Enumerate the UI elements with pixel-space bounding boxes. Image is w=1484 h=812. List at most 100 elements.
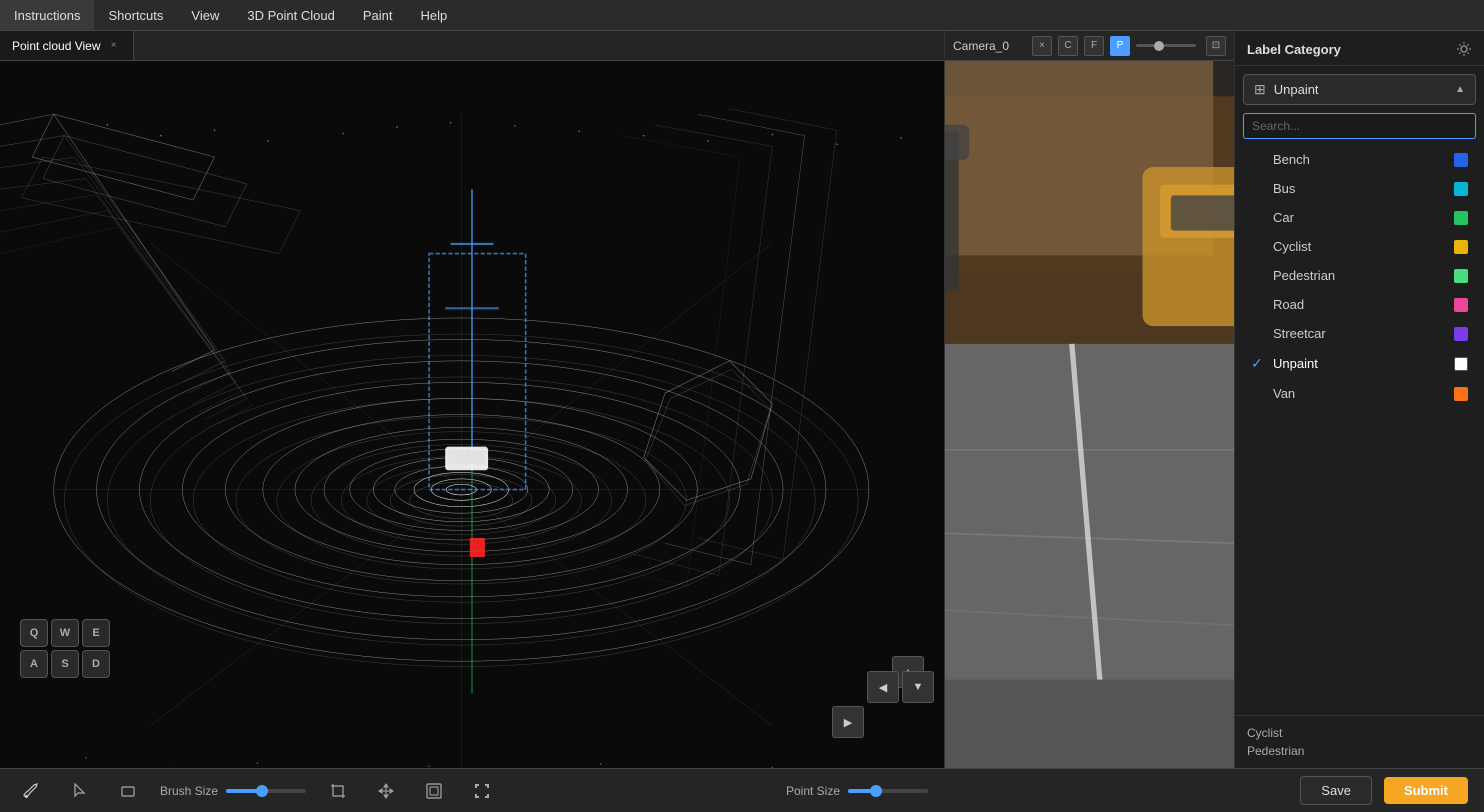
checkmark-icon: ✓ bbox=[1251, 355, 1265, 372]
camera-brightness-slider[interactable] bbox=[1136, 44, 1196, 47]
move-tool-btn[interactable] bbox=[370, 775, 402, 807]
lasso-tool-btn[interactable] bbox=[112, 775, 144, 807]
menu-bar: Instructions Shortcuts View 3D Point Clo… bbox=[0, 0, 1484, 31]
tag-pedestrian: Pedestrian bbox=[1247, 742, 1472, 760]
menu-paint[interactable]: Paint bbox=[349, 0, 407, 30]
label-tags-section: Cyclist Pedestrian bbox=[1235, 715, 1484, 768]
label-color-swatch bbox=[1454, 153, 1468, 167]
brush-size-control: Brush Size bbox=[160, 784, 306, 798]
label-search bbox=[1243, 113, 1476, 139]
label-list: Bench Bus Car Cyclist Pedestrian Road Streetca… bbox=[1235, 145, 1484, 715]
key-row-bottom: A S D bbox=[20, 650, 110, 678]
camera-btn-p[interactable]: P bbox=[1110, 36, 1130, 56]
camera-close-btn[interactable]: × bbox=[1032, 36, 1052, 56]
label-item-unpaint[interactable]: ✓ Unpaint bbox=[1235, 348, 1484, 379]
label-item-bus[interactable]: Bus bbox=[1235, 174, 1484, 203]
menu-shortcuts[interactable]: Shortcuts bbox=[94, 0, 177, 30]
label-color-swatch bbox=[1454, 211, 1468, 225]
point-size-label: Point Size bbox=[786, 784, 840, 798]
right-area: Camera_0 × C F P ⊡ bbox=[944, 31, 1484, 812]
paint-tool-btn[interactable] bbox=[16, 775, 48, 807]
arrow-left-btn[interactable]: ◀ bbox=[867, 671, 899, 703]
arrow-down-btn[interactable]: ▼ bbox=[902, 671, 934, 703]
label-color-swatch bbox=[1454, 240, 1468, 254]
key-q[interactable]: Q bbox=[20, 619, 48, 647]
tab-label: Point cloud View bbox=[12, 39, 101, 53]
label-dropdown[interactable]: ⊞ Unpaint ▲ bbox=[1243, 74, 1476, 105]
settings-icon[interactable] bbox=[1456, 41, 1472, 57]
camera-view-panel: Camera_0 × C F P ⊡ bbox=[944, 31, 1234, 768]
menu-view[interactable]: View bbox=[177, 0, 233, 30]
key-s[interactable]: S bbox=[51, 650, 79, 678]
label-color-swatch bbox=[1454, 357, 1468, 371]
tag-cyclist: Cyclist bbox=[1247, 724, 1472, 742]
menu-3d-point-cloud[interactable]: 3D Point Cloud bbox=[233, 0, 348, 30]
point-size-control: Point Size bbox=[786, 784, 928, 798]
point-size-slider[interactable] bbox=[848, 789, 928, 793]
fullscreen-btn[interactable] bbox=[466, 775, 498, 807]
arrow-right-btn[interactable]: ▶ bbox=[832, 706, 864, 738]
key-e[interactable]: E bbox=[82, 619, 110, 647]
brush-size-slider[interactable] bbox=[226, 789, 306, 793]
label-header: Label Category bbox=[1235, 31, 1484, 66]
label-item-van[interactable]: Van bbox=[1235, 379, 1484, 408]
crop-icon bbox=[329, 782, 347, 800]
point-cloud-svg bbox=[0, 61, 944, 768]
tab-close-btn[interactable]: × bbox=[107, 39, 121, 53]
label-item-car[interactable]: Car bbox=[1235, 203, 1484, 232]
camera-btn-f[interactable]: F bbox=[1084, 36, 1104, 56]
label-name: Car bbox=[1273, 210, 1446, 225]
left-panel: Point cloud View × bbox=[0, 31, 944, 812]
unpaint-icon: ⊞ bbox=[1254, 81, 1266, 98]
label-item-bench[interactable]: Bench bbox=[1235, 145, 1484, 174]
key-d[interactable]: D bbox=[82, 650, 110, 678]
search-input[interactable] bbox=[1243, 113, 1476, 139]
label-name: Bench bbox=[1273, 152, 1446, 167]
label-item-road[interactable]: Road bbox=[1235, 290, 1484, 319]
label-color-swatch bbox=[1454, 182, 1468, 196]
label-item-cyclist[interactable]: Cyclist bbox=[1235, 232, 1484, 261]
nav-arrows: ◀ ▼ ▶ bbox=[832, 671, 934, 738]
viewport-3d[interactable]: Q W E A S D ▲ ◀ ▼ ▶ bbox=[0, 61, 944, 768]
key-row-top: Q W E bbox=[20, 619, 110, 647]
select-tool-btn[interactable] bbox=[64, 775, 96, 807]
main-area: Point cloud View × bbox=[0, 31, 1484, 812]
tab-point-cloud-view[interactable]: Point cloud View × bbox=[0, 31, 134, 60]
fit-tool-btn[interactable] bbox=[418, 775, 450, 807]
fit-icon bbox=[425, 782, 443, 800]
label-name: Pedestrian bbox=[1273, 268, 1446, 283]
label-color-swatch bbox=[1454, 327, 1468, 341]
wasd-keys: Q W E A S D bbox=[20, 619, 110, 678]
camera-header: Camera_0 × C F P ⊡ bbox=[945, 31, 1234, 61]
brush-size-label: Brush Size bbox=[160, 784, 218, 798]
bottom-toolbar: Brush Size bbox=[0, 768, 944, 812]
camera-title: Camera_0 bbox=[953, 39, 1026, 53]
label-item-streetcar[interactable]: Streetcar bbox=[1235, 319, 1484, 348]
label-color-swatch bbox=[1454, 269, 1468, 283]
label-title: Label Category bbox=[1247, 42, 1341, 57]
menu-help[interactable]: Help bbox=[406, 0, 461, 30]
label-name: Bus bbox=[1273, 181, 1446, 196]
arrow-empty-1 bbox=[832, 671, 864, 703]
menu-instructions[interactable]: Instructions bbox=[0, 0, 94, 30]
label-item-pedestrian[interactable]: Pedestrian bbox=[1235, 261, 1484, 290]
move-icon bbox=[377, 782, 395, 800]
label-name: Streetcar bbox=[1273, 326, 1446, 341]
label-color-swatch bbox=[1454, 387, 1468, 401]
camera-expand-btn[interactable]: ⊡ bbox=[1206, 36, 1226, 56]
label-name: Road bbox=[1273, 297, 1446, 312]
key-w[interactable]: W bbox=[51, 619, 79, 647]
key-a[interactable]: A bbox=[20, 650, 48, 678]
label-name: Unpaint bbox=[1273, 356, 1446, 371]
camera-btn-c[interactable]: C bbox=[1058, 36, 1078, 56]
label-category-panel: Label Category ⊞ Unpaint ▲ bbox=[1234, 31, 1484, 768]
chevron-up-icon: ▲ bbox=[1455, 84, 1465, 95]
crop-tool-btn[interactable] bbox=[322, 775, 354, 807]
lasso-icon bbox=[119, 782, 137, 800]
paint-brush-icon bbox=[23, 782, 41, 800]
dropdown-label: Unpaint bbox=[1274, 82, 1447, 97]
submit-button[interactable]: Submit bbox=[1384, 777, 1468, 804]
fullscreen-icon bbox=[473, 782, 491, 800]
camera-image[interactable] bbox=[945, 61, 1234, 768]
save-button[interactable]: Save bbox=[1300, 776, 1372, 805]
